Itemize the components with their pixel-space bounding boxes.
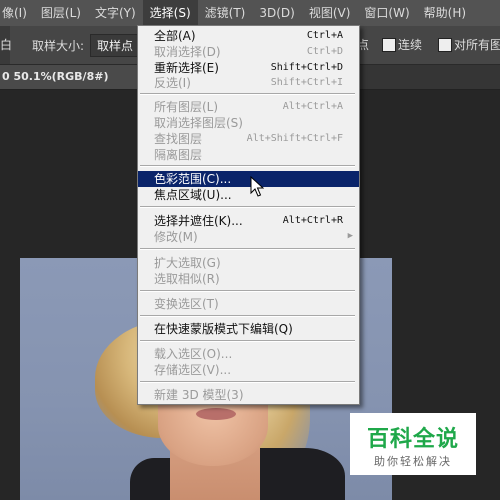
menu-item-label: 扩大选取(G) (154, 256, 221, 270)
all-layers-label: 对所有图 (454, 38, 500, 52)
menu-item-label: 隔离图层 (154, 148, 203, 162)
menu-separator (140, 340, 355, 342)
menu-separator (140, 93, 355, 95)
mouse-cursor-icon (250, 176, 264, 197)
menu-item-label: 全部(A) (154, 29, 196, 43)
sample-size-dropdown[interactable]: 取样点 (90, 33, 141, 57)
menu-separator (140, 315, 355, 317)
menu-item-shortcut: Ctrl+D (306, 46, 343, 57)
menu-separator (140, 248, 355, 250)
menu-separator (140, 290, 355, 292)
menu-item-isolate-layers[interactable]: 隔离图层 (138, 147, 359, 163)
menu-item-grow[interactable]: 扩大选取(G) (138, 255, 359, 271)
menu-item-deselect[interactable]: 取消选择(D) Ctrl+D (138, 44, 359, 60)
menu-item-label: 存储选区(V)... (154, 363, 232, 377)
menu-bar: 像(I) 图层(L) 文字(Y) 选择(S) 滤镜(T) 3D(D) 视图(V)… (0, 0, 500, 26)
menu-item-label: 取消选择(D) (154, 45, 221, 59)
menu-item-label: 载入选区(O)... (154, 347, 233, 361)
menu-item-label: 选取相似(R) (154, 272, 220, 286)
menu-item-select-and-mask[interactable]: 选择并遮住(K)... Alt+Ctrl+R (138, 213, 359, 229)
menu-item-label: 色彩范围(C)... (154, 172, 232, 186)
menu-view[interactable]: 视图(V) (302, 0, 358, 26)
all-layers-checkbox[interactable] (438, 38, 452, 52)
menu-separator (140, 381, 355, 383)
menu-item-shortcut: Shift+Ctrl+I (270, 77, 343, 88)
menu-item-focus-area[interactable]: 焦点区域(U)... (138, 187, 359, 203)
select-dropdown-menu: 全部(A) Ctrl+A 取消选择(D) Ctrl+D 重新选择(E) Shif… (137, 25, 360, 405)
menu-item-shortcut: Ctrl+A (306, 30, 343, 41)
sample-size-label: 取样大小: (32, 38, 85, 53)
shirt-shape (245, 448, 345, 500)
menu-select[interactable]: 选择(S) (142, 0, 198, 26)
watermark-title: 百科全说 (366, 427, 459, 452)
menu-item-all-layers[interactable]: 所有图层(L) Alt+Ctrl+A (138, 99, 359, 115)
menu-help[interactable]: 帮助(H) (417, 0, 473, 26)
menu-item-label: 查找图层 (154, 132, 203, 146)
menu-item-label: 变换选区(T) (154, 297, 219, 311)
menu-item-save-selection[interactable]: 存储选区(V)... (138, 362, 359, 378)
submenu-arrow-icon: ▶ (347, 231, 353, 241)
menu-item-color-range[interactable]: 色彩范围(C)... (138, 171, 359, 187)
menu-item-label: 选择并遮住(K)... (154, 214, 243, 228)
menu-item-find-layers[interactable]: 查找图层 Alt+Shift+Ctrl+F (138, 131, 359, 147)
menu-item-label: 修改(M) (154, 230, 198, 244)
menu-item-reselect[interactable]: 重新选择(E) Shift+Ctrl+D (138, 60, 359, 76)
menu-item-transform-selection[interactable]: 变换选区(T) (138, 296, 359, 312)
menu-item-modify[interactable]: 修改(M) ▶ (138, 229, 359, 245)
menu-item-similar[interactable]: 选取相似(R) (138, 271, 359, 287)
menu-3d[interactable]: 3D(D) (252, 0, 301, 26)
menu-layer[interactable]: 图层(L) (34, 0, 88, 26)
menu-image[interactable]: 像(I) (0, 0, 34, 26)
menu-item-label: 焦点区域(U)... (154, 188, 232, 202)
menu-item-deselect-layers[interactable]: 取消选择图层(S) (138, 115, 359, 131)
menu-separator (140, 206, 355, 208)
menu-item-shortcut: Alt+Shift+Ctrl+F (246, 133, 343, 144)
menu-item-load-selection[interactable]: 载入选区(O)... (138, 346, 359, 362)
menu-item-label: 新建 3D 模型(3) (154, 388, 244, 402)
menu-item-shortcut: Alt+Ctrl+A (282, 101, 343, 112)
contiguous-label: 连续 (398, 38, 423, 52)
menu-item-quick-mask[interactable]: 在快速蒙版模式下编辑(Q) (138, 321, 359, 337)
menu-separator (140, 165, 355, 167)
menu-filter[interactable]: 滤镜(T) (198, 0, 253, 26)
menu-item-label: 取消选择图层(S) (154, 116, 243, 130)
menu-item-label: 重新选择(E) (154, 61, 219, 75)
menu-item-label: 所有图层(L) (154, 100, 219, 114)
menu-item-new-3d-model[interactable]: 新建 3D 模型(3) (138, 387, 359, 403)
menu-window[interactable]: 窗口(W) (357, 0, 416, 26)
contiguous-checkbox[interactable] (382, 38, 396, 52)
tool-preset-picker[interactable]: 白 (0, 26, 12, 64)
menu-item-label: 在快速蒙版模式下编辑(Q) (154, 322, 293, 336)
document-tab[interactable]: 0 50.1%(RGB/8#) (0, 65, 144, 89)
menu-item-shortcut: Alt+Ctrl+R (282, 215, 343, 226)
watermark-logo: 百科全说 助你轻松解决 (350, 413, 476, 475)
watermark-subtitle: 助你轻松解决 (374, 455, 452, 468)
menu-item-inverse[interactable]: 反选(I) Shift+Ctrl+I (138, 75, 359, 91)
menu-type[interactable]: 文字(Y) (88, 0, 143, 26)
menu-item-all[interactable]: 全部(A) Ctrl+A (138, 28, 359, 44)
lips-shape (196, 408, 236, 420)
menu-item-shortcut: Shift+Ctrl+D (270, 62, 343, 73)
menu-item-label: 反选(I) (154, 76, 191, 90)
